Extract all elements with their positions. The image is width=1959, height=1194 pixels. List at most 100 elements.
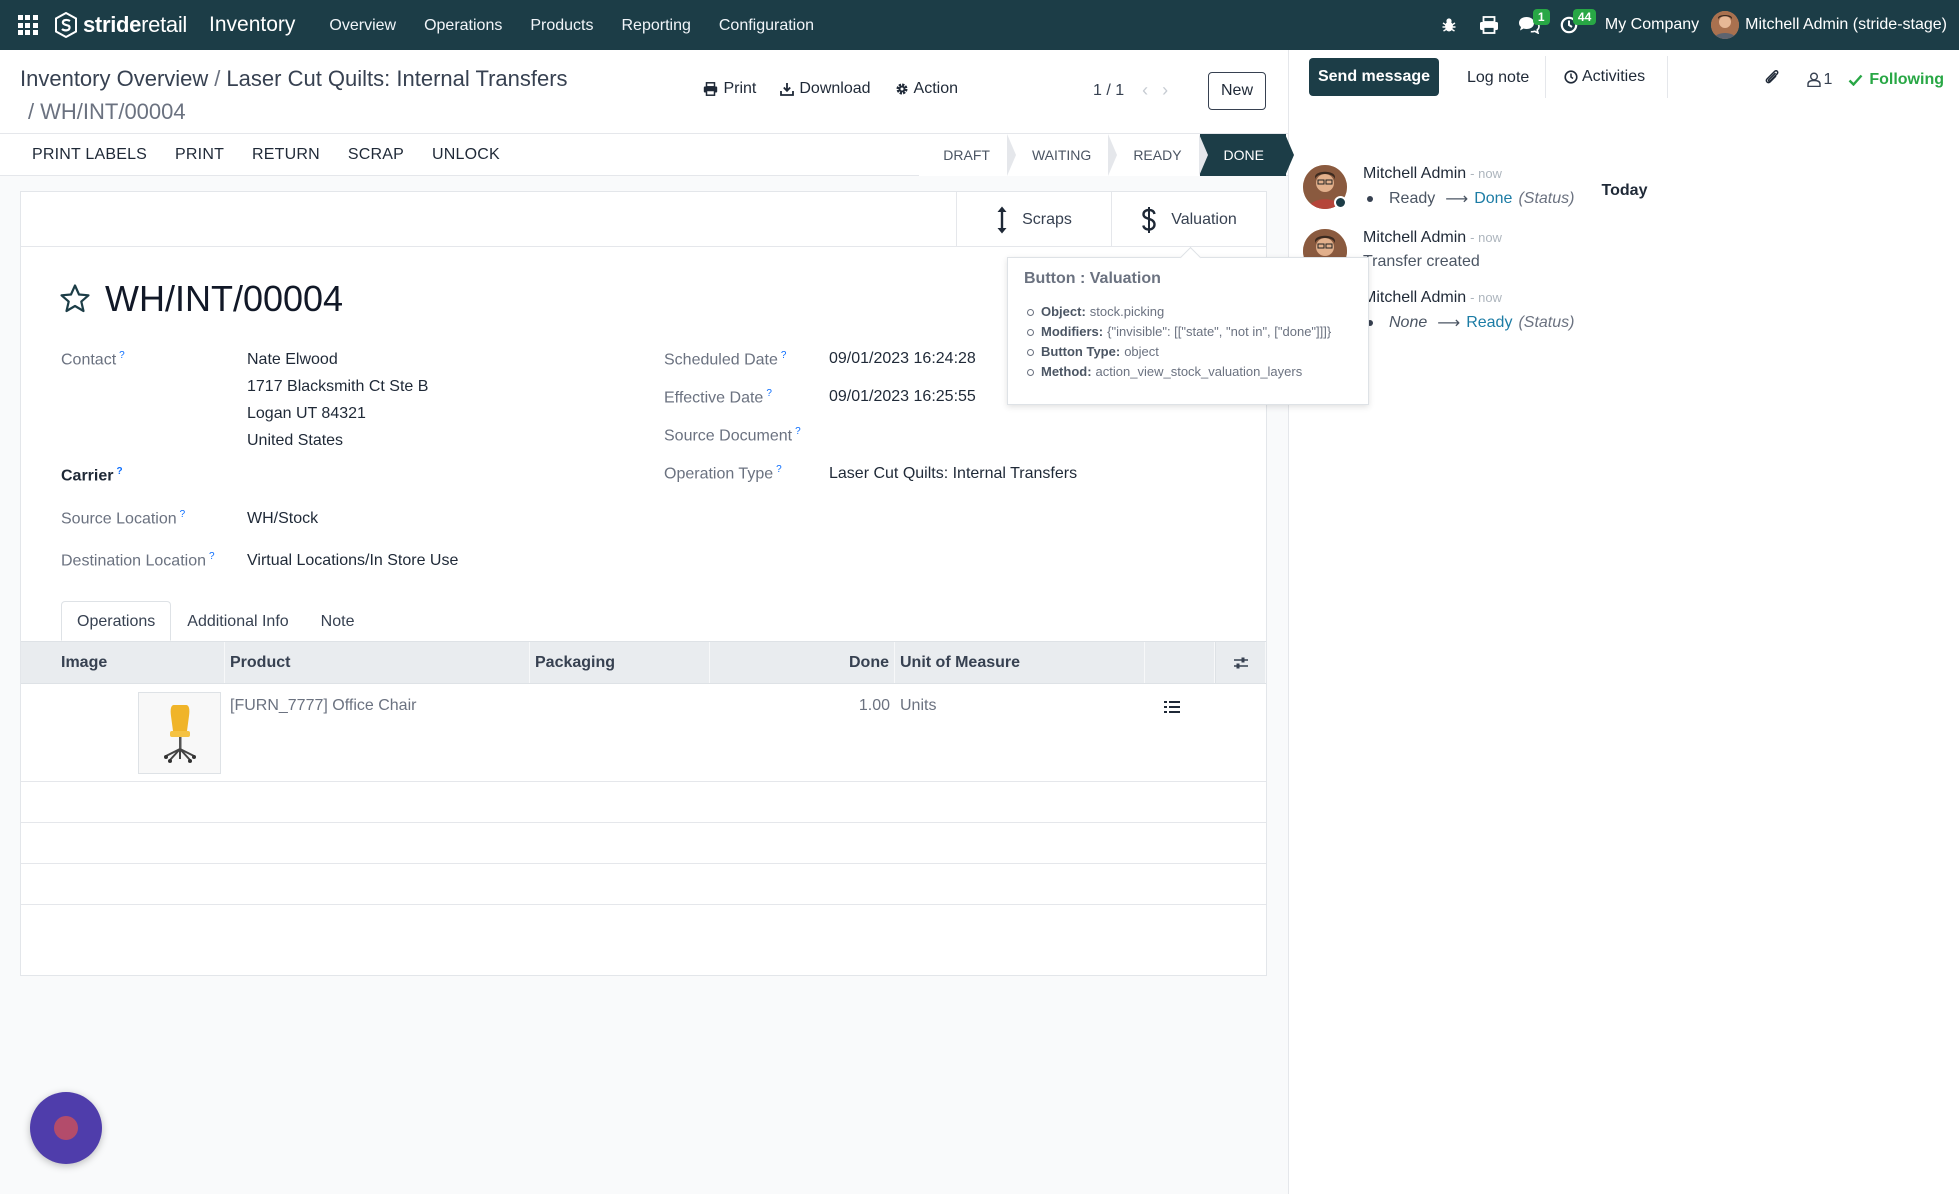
destination-location-field[interactable]: Virtual Locations/In Store Use (247, 552, 458, 570)
table-row[interactable]: [FURN_7777] Office Chair 1.00 Units (21, 684, 1266, 782)
pager-next-button[interactable]: › (1162, 80, 1168, 101)
source-location-field[interactable]: WH/Stock (247, 510, 318, 528)
star-icon[interactable] (59, 283, 91, 315)
column-product[interactable]: Product (225, 642, 530, 683)
dollar-icon (1142, 206, 1156, 233)
brand-logo[interactable]: strideretail (55, 0, 187, 50)
pager-previous-button[interactable]: ‹ (1142, 80, 1148, 101)
chatter-panel: Send message Log note Activities 1 Follo… (1288, 50, 1959, 1194)
office-chair-image (163, 705, 196, 763)
contact-field[interactable]: Nate Elwood 1717 Blacksmith Ct Ste B Log… (247, 346, 428, 454)
column-spacer (1145, 642, 1215, 683)
print-labels-button[interactable]: Print Labels (18, 146, 161, 164)
download-dropdown[interactable]: Download (780, 80, 871, 98)
stage-ready[interactable]: READY (1109, 134, 1208, 176)
help-mark[interactable]: ? (766, 388, 772, 399)
new-value: Ready (1466, 314, 1513, 331)
help-mark[interactable]: ? (795, 426, 801, 437)
tooltip-value: object (1124, 344, 1159, 359)
log-note-button[interactable]: Log note (1459, 58, 1537, 98)
check-icon (1848, 74, 1863, 86)
operation-type-field[interactable]: Laser Cut Quilts: Internal Transfers (829, 465, 1077, 483)
detailed-operations-button[interactable] (1164, 700, 1180, 719)
new-value: Done (1474, 190, 1513, 207)
new-record-button[interactable]: New (1208, 72, 1266, 110)
message-author[interactable]: Mitchell Admin - now (1363, 229, 1502, 247)
messages-button[interactable]: 1 (1509, 0, 1550, 50)
print-dropdown[interactable]: Print (703, 80, 756, 98)
column-image[interactable]: Image (21, 642, 225, 683)
return-button[interactable]: Return (238, 146, 334, 164)
user-name: Mitchell Admin (stride-stage) (1745, 16, 1947, 33)
unlock-button[interactable]: Unlock (418, 146, 514, 164)
stage-waiting[interactable]: WAITING (1007, 134, 1118, 176)
column-unit-of-measure[interactable]: Unit of Measure (895, 642, 1145, 683)
column-done[interactable]: Done (710, 642, 895, 683)
row-uom[interactable]: Units (900, 697, 936, 715)
activities-button[interactable]: 44 (1549, 0, 1597, 50)
activities-badge: 44 (1572, 9, 1597, 25)
effective-date-label-text: Effective Date (664, 389, 764, 407)
source-document-label: Source Document? (664, 426, 801, 445)
help-mark[interactable]: ? (209, 551, 215, 562)
tooltip-item-button-type: Button Type: object (1024, 342, 1352, 362)
breadcrumb-inventory-overview[interactable]: Inventory Overview (20, 66, 208, 91)
user-avatar (1711, 11, 1740, 39)
effective-date-label: Effective Date? (664, 388, 772, 407)
app-name[interactable]: Inventory (209, 13, 295, 37)
navbar-systray: 1 44 My Company Mitchell Admin (stride-s… (1429, 0, 1959, 50)
column-packaging[interactable]: Packaging (530, 642, 710, 683)
message-author[interactable]: Mitchell Admin - now (1363, 289, 1502, 307)
livechat-dot-icon (54, 1116, 78, 1140)
debug-button[interactable] (1429, 0, 1469, 50)
company-switcher[interactable]: My Company (1589, 16, 1711, 34)
user-menu[interactable]: Mitchell Admin (stride-stage) (1711, 11, 1947, 39)
tab-additional-info[interactable]: Additional Info (171, 601, 304, 641)
livechat-bubble-button[interactable] (30, 1092, 102, 1164)
pager-value[interactable]: 1 / 1 (1093, 82, 1124, 100)
apps-grid-icon (17, 15, 38, 35)
message-author[interactable]: Mitchell Admin - now (1363, 165, 1502, 183)
menu-reporting[interactable]: Reporting (607, 0, 704, 50)
following-button[interactable]: Following (1848, 71, 1944, 89)
menu-configuration[interactable]: Configuration (705, 0, 828, 50)
message-body: Transfer created (1363, 253, 1480, 270)
stage-draft[interactable]: DRAFT (919, 134, 1016, 176)
action-dropdown[interactable]: Action (895, 80, 958, 98)
menu-operations[interactable]: Operations (410, 0, 516, 50)
breadcrumb-internal-transfers[interactable]: Laser Cut Quilts: Internal Transfers (226, 66, 567, 91)
print-button[interactable]: Print (161, 146, 238, 164)
tab-note[interactable]: Note (305, 601, 371, 641)
menu-products[interactable]: Products (516, 0, 607, 50)
followers-button[interactable]: 1 (1807, 71, 1832, 89)
action-dropdown-label: Action (913, 80, 958, 97)
help-mark[interactable]: ? (116, 466, 122, 477)
help-mark[interactable]: ? (781, 350, 787, 361)
activities-button[interactable]: Activities (1545, 56, 1669, 98)
stage-done[interactable]: DONE (1199, 134, 1295, 176)
contact-label: Contact? (61, 350, 125, 369)
scheduled-date-field[interactable]: 09/01/2023 16:24:28 (829, 350, 976, 368)
tab-operations[interactable]: Operations (61, 601, 172, 641)
help-mark[interactable]: ? (180, 509, 186, 520)
help-mark[interactable]: ? (776, 464, 782, 475)
bullet (1367, 196, 1373, 202)
help-mark[interactable]: ? (119, 350, 125, 361)
scraps-smart-button[interactable]: Scraps (956, 192, 1111, 247)
tooltip-item-method: Method: action_view_stock_valuation_layer… (1024, 362, 1352, 382)
contact-address-country: United States (247, 432, 344, 449)
destination-location-label-text: Destination Location (61, 552, 206, 570)
effective-date-field[interactable]: 09/01/2023 16:25:55 (829, 388, 976, 406)
scrap-button[interactable]: Scrap (334, 146, 418, 164)
menu-overview[interactable]: Overview (315, 0, 410, 50)
attachments-button[interactable] (1763, 68, 1781, 91)
print-menu-button[interactable] (1469, 0, 1509, 50)
valuation-smart-button[interactable]: Valuation (1111, 192, 1266, 247)
record-title: WH/INT/00004 (59, 278, 343, 320)
apps-menu-button[interactable] (0, 0, 55, 50)
send-message-button[interactable]: Send message (1309, 58, 1439, 96)
row-product[interactable]: [FURN_7777] Office Chair (230, 697, 416, 715)
row-done[interactable]: 1.00 (710, 697, 890, 715)
optional-columns-toggle[interactable] (1215, 642, 1266, 683)
tooltip-item-object: Object: stock.picking (1024, 302, 1352, 322)
